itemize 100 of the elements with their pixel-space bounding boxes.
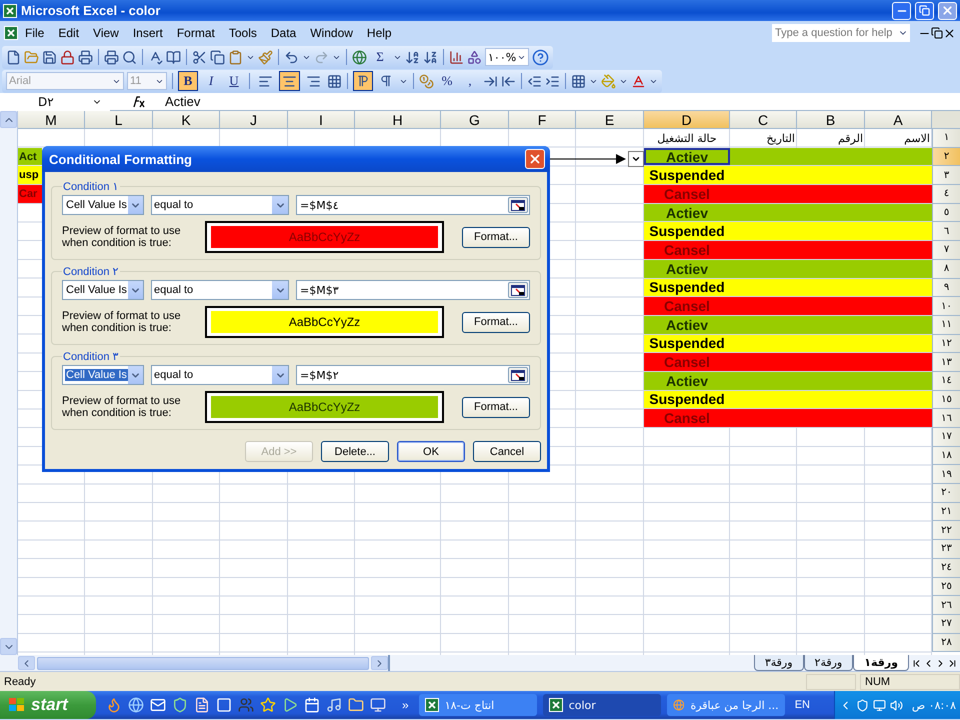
row-header[interactable]: ٢٦: [932, 596, 960, 615]
paragraph-right-button[interactable]: [353, 71, 373, 91]
menu-item[interactable]: Edit: [51, 26, 86, 40]
row-header[interactable]: ٤: [932, 185, 960, 204]
folder-icon[interactable]: [348, 697, 364, 713]
scroll-right-button[interactable]: [371, 656, 388, 670]
shield-icon[interactable]: [172, 697, 188, 713]
row-header[interactable]: ١٥: [932, 390, 960, 410]
cell-dropdown-button[interactable]: [628, 151, 644, 167]
scroll-left-button[interactable]: [18, 656, 35, 670]
taskbar-button[interactable]: الرجا من عباقرة ...: [666, 694, 785, 716]
row-header[interactable]: ٢٠: [932, 484, 960, 503]
column-header[interactable]: M: [18, 111, 85, 129]
column-header[interactable]: G: [441, 111, 509, 129]
align-center-button[interactable]: [279, 71, 300, 91]
row-header[interactable]: ١٣: [932, 353, 960, 372]
globe-icon[interactable]: [352, 50, 367, 64]
row-header[interactable]: ٢٣: [932, 540, 960, 559]
comma-button[interactable]: ,: [460, 71, 480, 91]
new-icon[interactable]: [6, 50, 21, 64]
status-cell[interactable]: Suspended: [644, 390, 730, 408]
formula-input[interactable]: =$M$٤: [296, 195, 530, 215]
dialog-button[interactable]: OK: [397, 441, 465, 462]
status-cell[interactable]: Actiev: [644, 148, 730, 166]
undo-icon[interactable]: [284, 50, 299, 64]
column-header[interactable]: D: [644, 111, 730, 129]
music-icon[interactable]: [326, 697, 342, 713]
spell-check-icon[interactable]: [148, 50, 163, 64]
row-header[interactable]: ٦: [932, 222, 960, 242]
coins-icon[interactable]: [419, 74, 434, 88]
row-header[interactable]: ١٤: [932, 372, 960, 391]
status-cell[interactable]: Actiev: [644, 372, 730, 390]
row-header[interactable]: ٩: [932, 278, 960, 298]
format-button[interactable]: Format...: [462, 396, 530, 418]
minimize-button[interactable]: [892, 2, 911, 20]
column-header[interactable]: J: [220, 111, 288, 129]
menu-item[interactable]: Insert: [126, 26, 170, 40]
row-header[interactable]: ٥: [932, 204, 960, 222]
taskbar-button[interactable]: انتاج ت-١٨: [418, 694, 537, 716]
status-cell[interactable]: Actiev: [644, 260, 730, 278]
close-button[interactable]: [938, 2, 957, 20]
column-header[interactable]: F: [509, 111, 576, 129]
formula-input[interactable]: =$M$٢: [296, 365, 530, 385]
star-icon[interactable]: [260, 697, 276, 713]
restore-button[interactable]: [915, 2, 934, 20]
menu-item[interactable]: Help: [360, 26, 399, 40]
row-header[interactable]: ٢: [932, 148, 960, 166]
font-color-icon[interactable]: [631, 74, 646, 88]
sheet-tab[interactable]: ورقة٢: [804, 655, 854, 671]
zoom-field[interactable]: ١٠٠%: [485, 48, 529, 66]
language-indicator[interactable]: EN: [794, 699, 810, 711]
row-header[interactable]: ١٦: [932, 409, 960, 428]
copy-icon[interactable]: [210, 50, 225, 64]
condition-type-dropdown[interactable]: Cell Value Is: [62, 195, 144, 215]
function-icon[interactable]: [130, 96, 144, 108]
column-header[interactable]: E: [576, 111, 644, 129]
bar-chart-icon[interactable]: [449, 50, 464, 64]
style-button[interactable]: U: [224, 71, 244, 91]
status-cell[interactable]: Suspended: [644, 278, 730, 296]
close-button[interactable]: [525, 149, 545, 169]
collapse-dialog-icon[interactable]: [511, 370, 525, 380]
format-button[interactable]: Format...: [462, 312, 530, 332]
formula-text[interactable]: Actiev: [165, 94, 200, 109]
play-icon[interactable]: [282, 697, 298, 713]
shapes-icon[interactable]: [467, 50, 482, 64]
column-header[interactable]: I: [288, 111, 355, 129]
printer-icon[interactable]: [78, 50, 93, 64]
row-header[interactable]: ١: [932, 129, 960, 148]
arrow-left-icon[interactable]: [501, 74, 516, 88]
sort-ascending-icon[interactable]: [405, 50, 420, 64]
outdent-icon[interactable]: [527, 74, 542, 88]
printer-icon[interactable]: [104, 50, 119, 64]
row-header[interactable]: ٢١: [932, 502, 960, 522]
sheet-tab[interactable]: ورقة٣: [754, 655, 804, 671]
row-header[interactable]: ١٩: [932, 465, 960, 484]
menu-item[interactable]: File: [18, 26, 52, 40]
column-header[interactable]: A: [865, 111, 932, 129]
sort-descending-icon[interactable]: [423, 50, 438, 64]
status-cell[interactable]: Suspended: [644, 334, 730, 352]
column-header[interactable]: B: [797, 111, 865, 129]
row-header[interactable]: ١٢: [932, 334, 960, 354]
menu-item[interactable]: View: [86, 26, 126, 40]
vertical-scrollbar[interactable]: [0, 111, 18, 655]
collapse-dialog-icon[interactable]: [511, 200, 525, 210]
column-header[interactable]: L: [85, 111, 153, 129]
dialog-button[interactable]: Cancel: [473, 441, 541, 462]
first-sheet-icon[interactable]: [911, 658, 922, 668]
scroll-up-button[interactable]: [0, 111, 17, 128]
merge-cells-icon[interactable]: [327, 74, 342, 88]
status-cell[interactable]: Actiev: [644, 204, 730, 222]
row-header[interactable]: ٢٥: [932, 578, 960, 596]
column-header[interactable]: K: [153, 111, 220, 129]
cut-icon[interactable]: [192, 50, 207, 64]
close-icon[interactable]: [943, 26, 956, 40]
save-icon[interactable]: [42, 50, 57, 64]
operator-dropdown[interactable]: equal to: [151, 365, 289, 385]
format-button[interactable]: Format...: [462, 226, 530, 248]
status-cell[interactable]: Suspended: [644, 166, 730, 184]
sheet-tab[interactable]: ورقة١: [853, 655, 909, 671]
arrow-right-icon[interactable]: [483, 74, 498, 88]
